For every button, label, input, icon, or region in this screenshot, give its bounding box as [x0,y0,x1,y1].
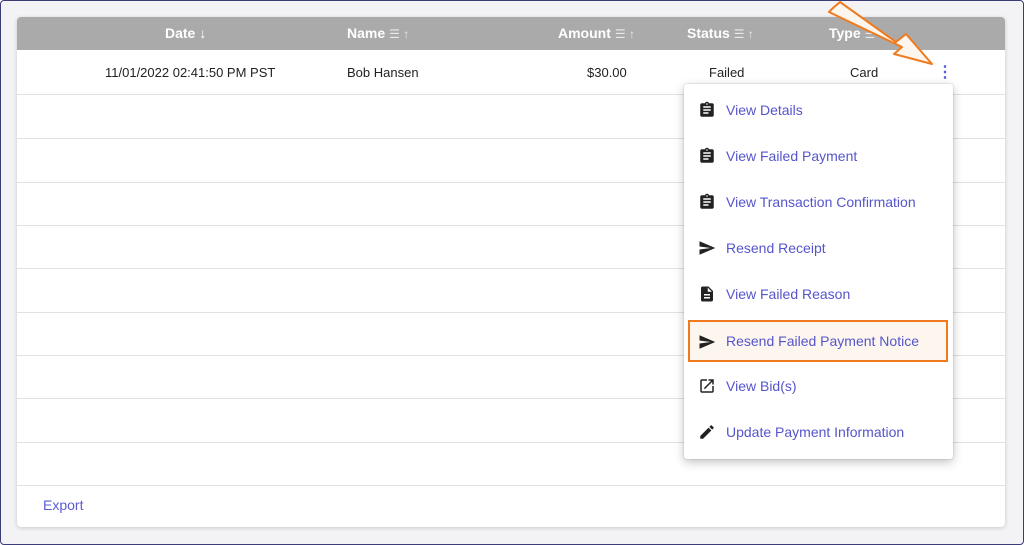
send-icon [699,241,716,255]
clipboard-icon [700,147,714,163]
menu-item-resend-receipt[interactable]: Resend Receipt [684,225,953,271]
filter-sort-icon[interactable]: ☰ ↑ [389,18,409,51]
column-header-name[interactable]: Name ☰ ↑ [347,17,409,50]
filter-sort-icon[interactable]: ☰ ↑ [615,18,635,51]
table-header: Date ↓ Name ☰ ↑ Amount ☰ ↑ Status ☰ ↑ Type ☰ … [17,17,1005,50]
column-header-type[interactable]: Type ☰ ↑ [829,17,885,50]
clipboard-icon [700,101,714,117]
column-header-amount[interactable]: Amount ☰ ↑ [558,17,635,50]
cell-amount: $30.00 [587,65,627,80]
column-header-date[interactable]: Date ↓ [165,17,206,50]
menu-item-view-details[interactable]: View Details [684,87,953,133]
row-actions-menu: View Details View Failed Payment View Tr… [684,84,953,459]
menu-item-view-transaction-confirmation[interactable]: View Transaction Confirmation [684,179,953,225]
filter-sort-icon[interactable]: ☰ ↑ [734,18,754,51]
export-link[interactable]: Export [43,497,83,513]
open-external-icon [700,379,714,393]
filter-sort-icon[interactable]: ☰ ↑ [865,18,885,51]
pencil-icon [700,425,714,439]
row-actions-kebab-icon[interactable]: ⋮ [937,64,953,82]
menu-item-view-failed-payment[interactable]: View Failed Payment [684,133,953,179]
menu-item-resend-failed-payment-notice[interactable]: Resend Failed Payment Notice [688,320,948,362]
column-header-status[interactable]: Status ☰ ↑ [687,17,754,50]
cell-date: 11/01/2022 02:41:50 PM PST [105,65,276,80]
send-icon [699,335,716,349]
menu-item-view-bids[interactable]: View Bid(s) [684,363,953,409]
cell-name: Bob Hansen [347,65,419,80]
document-icon [701,286,713,302]
arrow-down-icon[interactable]: ↓ [199,17,206,50]
clipboard-icon [700,193,714,209]
menu-item-view-failed-reason[interactable]: View Failed Reason [684,271,953,317]
menu-item-update-payment-information[interactable]: Update Payment Information [684,409,953,455]
